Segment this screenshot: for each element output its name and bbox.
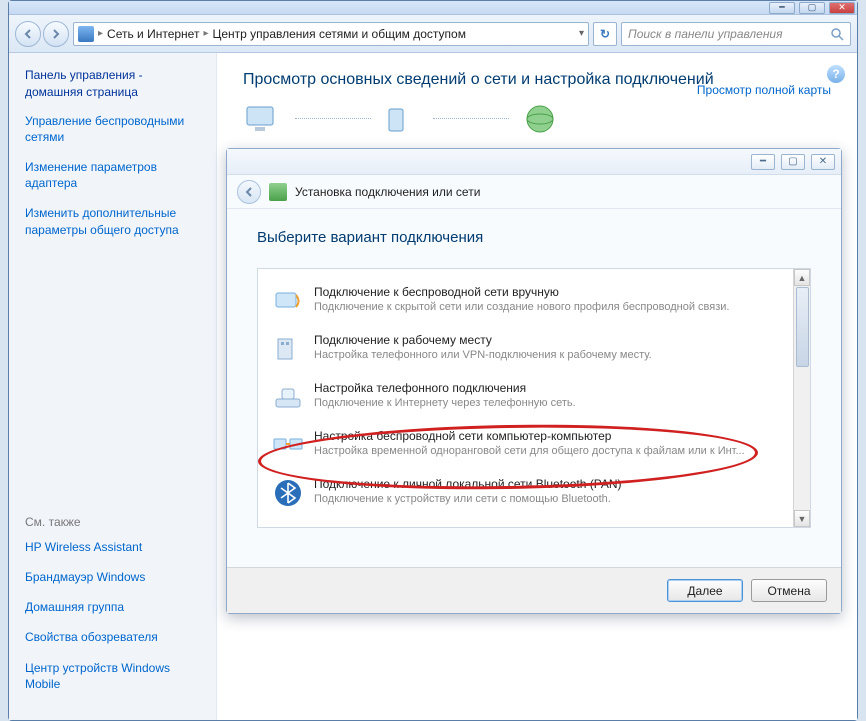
- dialog-maximize-button[interactable]: ▢: [781, 154, 805, 170]
- dialog-body: Выберите вариант подключения Подключение…: [227, 209, 841, 542]
- dialog-back-button[interactable]: [237, 180, 261, 204]
- dialog-heading: Выберите вариант подключения: [257, 229, 811, 246]
- breadcrumb-icon: [78, 26, 94, 42]
- option-workplace[interactable]: Подключение к рабочему месту Настройка те…: [268, 325, 788, 373]
- chevron-down-icon[interactable]: ▾: [579, 28, 584, 39]
- option-desc: Подключение к скрытой сети или создание …: [314, 301, 784, 313]
- option-adhoc[interactable]: Настройка беспроводной сети компьютер-ко…: [268, 421, 788, 469]
- sidebar: Панель управления - домашняя страница Уп…: [9, 53, 217, 720]
- dialog-close-button[interactable]: ✕: [811, 154, 835, 170]
- building-icon: [272, 333, 304, 365]
- see-also-label: См. также: [25, 515, 204, 529]
- chevron-right-icon: ▸: [98, 28, 103, 39]
- scroll-down-button[interactable]: ▼: [794, 510, 810, 527]
- connection-options-list: Подключение к беспроводной сети вручную П…: [257, 268, 811, 528]
- option-dialup[interactable]: Настройка телефонного подключения Подключ…: [268, 373, 788, 421]
- dialog-minimize-button[interactable]: ━: [751, 154, 775, 170]
- option-desc: Подключение к устройству или сети с помо…: [314, 493, 784, 505]
- nav-back-button[interactable]: [15, 21, 41, 47]
- see-also-internet-options[interactable]: Свойства обозревателя: [25, 629, 204, 645]
- address-bar-row: ▸ Сеть и Интернет ▸ Центр управления сет…: [9, 15, 857, 53]
- view-full-map-link[interactable]: Просмотр полной карты: [697, 83, 831, 97]
- option-manual-wireless[interactable]: Подключение к беспроводной сети вручную П…: [268, 277, 788, 325]
- phone-icon: [272, 381, 304, 413]
- search-input[interactable]: Поиск в панели управления: [621, 22, 851, 46]
- nav-forward-button[interactable]: [43, 21, 69, 47]
- wizard-icon: [269, 183, 287, 201]
- search-placeholder: Поиск в панели управления: [628, 27, 783, 41]
- see-also-hp[interactable]: HP Wireless Assistant: [25, 539, 204, 555]
- sidebar-home[interactable]: Панель управления - домашняя страница: [25, 67, 204, 101]
- adhoc-icon: [272, 429, 304, 461]
- scroll-up-button[interactable]: ▲: [794, 269, 810, 286]
- option-title: Подключение к рабочему месту: [314, 333, 784, 347]
- router-icon: [381, 103, 423, 135]
- sidebar-link-sharing[interactable]: Изменить дополнительные параметры общего…: [25, 205, 204, 237]
- option-desc: Настройка телефонного или VPN-подключени…: [314, 349, 784, 361]
- next-button[interactable]: Далее: [667, 579, 743, 602]
- option-bluetooth[interactable]: Подключение к личной локальной сети Blue…: [268, 469, 788, 517]
- breadcrumb-seg[interactable]: Сеть и Интернет: [107, 27, 199, 41]
- nav-arrows: [15, 21, 69, 47]
- computer-icon: [243, 103, 285, 135]
- dialog-header-text: Установка подключения или сети: [295, 185, 480, 199]
- option-title: Настройка телефонного подключения: [314, 381, 784, 395]
- scroll-thumb[interactable]: [796, 287, 809, 367]
- search-icon: [830, 27, 844, 41]
- dialog-header: Установка подключения или сети: [227, 175, 841, 209]
- chevron-right-icon: ▸: [203, 28, 208, 39]
- option-title: Настройка беспроводной сети компьютер-ко…: [314, 429, 784, 443]
- option-desc: Настройка временной одноранговой сети дл…: [314, 445, 784, 457]
- setup-connection-dialog: ━ ▢ ✕ Установка подключения или сети Выб…: [226, 148, 842, 614]
- option-desc: Подключение к Интернету через телефонную…: [314, 397, 784, 409]
- sidebar-link-adapter[interactable]: Изменение параметров адаптера: [25, 159, 204, 191]
- internet-icon: [519, 103, 561, 135]
- maximize-button[interactable]: ▢: [799, 2, 825, 14]
- see-also-wmdc[interactable]: Центр устройств Windows Mobile: [25, 660, 204, 692]
- wireless-icon: [272, 285, 304, 317]
- breadcrumb[interactable]: ▸ Сеть и Интернет ▸ Центр управления сет…: [73, 22, 589, 46]
- breadcrumb-seg[interactable]: Центр управления сетями и общим доступом: [212, 27, 466, 41]
- dialog-footer: Далее Отмена: [227, 567, 841, 613]
- close-button[interactable]: ✕: [829, 2, 855, 14]
- option-title: Подключение к беспроводной сети вручную: [314, 285, 784, 299]
- see-also-homegroup[interactable]: Домашняя группа: [25, 599, 204, 615]
- network-map: [243, 103, 561, 135]
- cancel-button[interactable]: Отмена: [751, 579, 827, 602]
- window-titlebar: ━ ▢ ✕: [9, 1, 857, 15]
- scrollbar[interactable]: ▲ ▼: [793, 269, 810, 527]
- dialog-titlebar: ━ ▢ ✕: [227, 149, 841, 175]
- minimize-button[interactable]: ━: [769, 2, 795, 14]
- help-icon[interactable]: ?: [827, 65, 845, 83]
- bluetooth-icon: [272, 477, 304, 509]
- option-title: Подключение к личной локальной сети Blue…: [314, 477, 784, 491]
- sidebar-link-wireless[interactable]: Управление беспроводными сетями: [25, 113, 204, 145]
- refresh-button[interactable]: ↻: [593, 22, 617, 46]
- see-also-firewall[interactable]: Брандмауэр Windows: [25, 569, 204, 585]
